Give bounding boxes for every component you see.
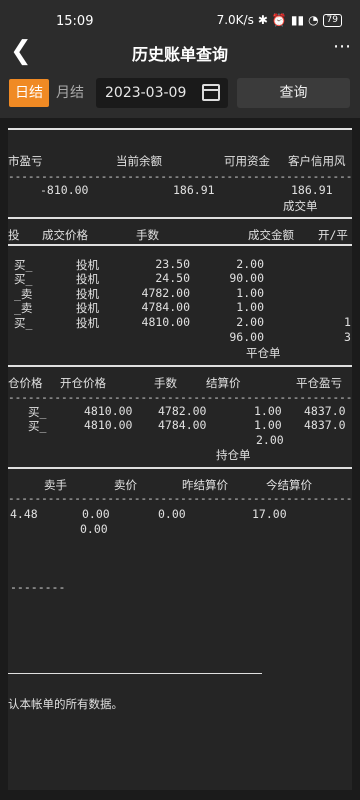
network-speed: 7.0K/s <box>216 13 254 27</box>
query-button[interactable]: 查询 <box>237 78 350 108</box>
cell: 4837.0 <box>304 404 346 418</box>
col-header: 手数 <box>136 228 159 242</box>
col-header: 可用资金 <box>224 154 270 168</box>
dash-line: ----------------------------------------… <box>8 170 352 183</box>
cell: 0.00 <box>158 507 186 521</box>
app-header: ❮ 历史账单查询 ⋯ <box>0 30 360 74</box>
cell: 买_ <box>28 419 47 433</box>
value: -810.00 <box>40 183 89 197</box>
dash-line: ----------------------------------------… <box>8 391 352 404</box>
cell: 买_ <box>14 272 33 286</box>
dash-line: ----------------------------------------… <box>8 492 352 505</box>
divider <box>8 217 352 219</box>
divider <box>8 467 352 469</box>
cell: 1.00 <box>254 418 282 432</box>
alarm-icon: ⏰ <box>271 13 287 27</box>
calendar-icon[interactable] <box>202 84 220 101</box>
cell: 4784.00 <box>158 418 207 432</box>
col-header: 结算价 <box>206 376 241 390</box>
cell: 4810.00 <box>141 315 190 329</box>
cell: 17.00 <box>252 507 287 521</box>
cell: 买_ <box>14 316 33 330</box>
cell: 1.00 <box>236 300 264 314</box>
footer-note: 认本帐单的所有数据。 <box>8 697 123 711</box>
more-icon[interactable]: ⋯ <box>333 36 352 57</box>
wifi-icon: ◔ <box>308 13 319 27</box>
cell: 24.50 <box>155 271 190 285</box>
divider <box>8 365 352 367</box>
cell: 投机 <box>76 272 99 286</box>
status-icons: 7.0K/s ✱ ⏰ ▮▮ ◔ 79 <box>217 13 342 27</box>
col-header: 开仓价格 <box>60 376 106 390</box>
total-value: 2.00 <box>256 433 284 447</box>
cell: 1.00 <box>254 404 282 418</box>
cell: 1 <box>344 315 351 329</box>
signal-icon: ▮▮ <box>290 13 305 27</box>
cell: 4782.00 <box>158 404 207 418</box>
cell: 4.48 <box>10 507 38 521</box>
status-time: 15:09 <box>56 14 94 29</box>
total-value: 96.00 <box>229 330 264 344</box>
value: 186.91 <box>291 183 333 197</box>
col-header: 卖价 <box>114 478 137 492</box>
section-title: 持仓单 <box>216 448 251 462</box>
bluetooth-icon: ✱ <box>257 13 268 27</box>
cell: _卖 <box>14 301 33 315</box>
cell: 4782.00 <box>141 286 190 300</box>
cell: 2.00 <box>236 315 264 329</box>
col-header: 投 <box>8 228 20 242</box>
col-header: 成交价格 <box>42 228 88 242</box>
cell: 2.00 <box>236 257 264 271</box>
cell: 4810.00 <box>84 404 133 418</box>
date-picker[interactable]: 2023-03-09 <box>96 78 228 108</box>
col-header: 昨结算价 <box>182 478 228 492</box>
battery-icon: 79 <box>322 13 342 27</box>
section-title: 成交单 <box>283 199 318 213</box>
tab-daily[interactable]: 日结 <box>9 79 49 107</box>
tab-monthly[interactable]: 月结 <box>50 79 90 107</box>
page-title: 历史账单查询 <box>131 45 228 64</box>
cell: 4837.0 <box>304 418 346 432</box>
cell: 0.00 <box>80 522 108 536</box>
cell: 4810.00 <box>84 418 133 432</box>
divider <box>8 673 262 674</box>
col-header: 今结算价 <box>266 478 312 492</box>
col-header: 仓价格 <box>8 376 43 390</box>
divider <box>8 128 352 130</box>
col-header: 卖手 <box>44 478 67 492</box>
divider <box>8 244 352 246</box>
dash-line: -------- <box>10 580 66 594</box>
cell: 4784.00 <box>141 300 190 314</box>
col-header: 成交金额 <box>248 228 294 242</box>
total-value: 3 <box>344 330 351 344</box>
col-header: 客户信用风 <box>288 154 346 168</box>
col-header: 市盈亏 <box>8 154 43 168</box>
cell: 投机 <box>76 316 99 330</box>
col-header: 当前余额 <box>116 154 162 168</box>
cell: 23.50 <box>155 257 190 271</box>
filter-bar: 日结 月结 2023-03-09 查询 <box>0 74 360 118</box>
statement-report: 市盈亏 当前余额 可用资金 客户信用风 --------------------… <box>8 128 352 790</box>
cell: 0.00 <box>82 507 110 521</box>
section-title: 平仓单 <box>246 346 281 360</box>
col-header: 手数 <box>154 376 177 390</box>
value: 186.91 <box>173 183 215 197</box>
col-header: 开/平 <box>318 228 348 242</box>
cell: 投机 <box>76 301 99 315</box>
date-value: 2023-03-09 <box>105 85 187 101</box>
cell: 90.00 <box>229 271 264 285</box>
cell: 1.00 <box>236 286 264 300</box>
col-header: 平仓盈亏 <box>296 376 342 390</box>
